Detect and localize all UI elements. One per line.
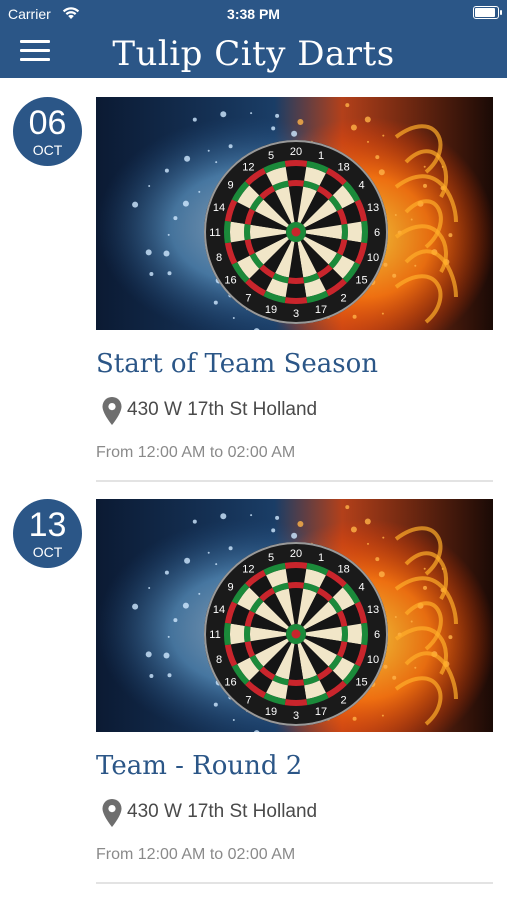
svg-text:18: 18 [337,162,349,174]
location-text: 430 W 17th St Holland [127,399,318,420]
svg-text:17: 17 [315,304,327,316]
svg-text:1: 1 [318,150,324,162]
svg-text:6: 6 [374,227,380,239]
status-bar: Carrier 3:38 PM [0,0,507,30]
svg-text:8: 8 [216,252,222,264]
dartboard-image: 20 1 18 413 6 1015 2 17 3 19 7 168 11 149 12 5 [96,499,493,732]
event-title[interactable]: Start of Team Season [96,349,378,379]
svg-text:9: 9 [227,581,233,593]
location-text: 430 W 17th St Holland [127,801,318,822]
svg-text:15: 15 [355,677,367,689]
app-title: Tulip City Darts [112,34,395,74]
svg-text:10: 10 [367,654,379,666]
svg-text:10: 10 [367,252,379,264]
date-month: OCT [32,142,63,158]
date-day: 13 [28,506,67,544]
svg-text:15: 15 [355,275,367,287]
event-title[interactable]: Team - Round 2 [96,751,302,781]
svg-text:4: 4 [358,179,364,191]
event-image[interactable]: 20 1 18 4 13 6 10 15 2 17 3 19 7 16 8 11 14 9 12 5 [96,97,493,330]
svg-text:11: 11 [209,227,220,239]
svg-text:3: 3 [293,710,299,722]
svg-text:11: 11 [209,629,220,641]
svg-text:5: 5 [268,150,274,162]
svg-text:14: 14 [213,604,225,616]
svg-text:3: 3 [293,308,299,320]
svg-text:19: 19 [265,706,277,718]
date-badge: 13 OCT [13,499,82,568]
dartboard-image: 20 1 18 413 6 1015 2 17 3 19 7 168 11 149 12 5 [96,97,493,330]
event-time: From 12:00 AM to 02:00 AM [96,846,296,863]
divider [96,882,493,884]
svg-text:19: 19 [265,304,277,316]
svg-text:12: 12 [242,162,254,174]
svg-text:13: 13 [367,604,379,616]
svg-text:12: 12 [242,564,254,576]
svg-text:16: 16 [224,275,236,287]
svg-text:14: 14 [213,202,225,214]
svg-text:6: 6 [374,629,380,641]
svg-text:20: 20 [290,146,302,158]
map-pin-icon [102,397,122,425]
svg-text:1: 1 [318,552,324,564]
svg-text:18: 18 [337,564,349,576]
date-badge: 06 OCT [13,97,82,166]
date-day: 06 [28,104,67,142]
battery-icon [473,6,502,19]
svg-text:16: 16 [224,677,236,689]
map-pin-icon [102,799,122,827]
svg-text:7: 7 [245,695,251,707]
svg-text:2: 2 [341,293,347,305]
divider [96,480,493,482]
app-header: Carrier 3:38 PM Tulip City Darts [0,0,507,78]
event-image[interactable]: 20 1 18 4 13 6 10 15 2 17 3 19 7 16 8 11 14 9 12 5 [96,499,493,732]
status-time: 3:38 PM [227,6,280,22]
event-time: From 12:00 AM to 02:00 AM [96,444,296,461]
svg-text:20: 20 [290,548,302,560]
svg-text:2: 2 [341,695,347,707]
svg-text:13: 13 [367,202,379,214]
svg-text:9: 9 [227,179,233,191]
svg-text:8: 8 [216,654,222,666]
svg-text:7: 7 [245,293,251,305]
svg-text:17: 17 [315,706,327,718]
date-month: OCT [32,544,63,560]
svg-text:5: 5 [268,552,274,564]
svg-text:4: 4 [358,581,364,593]
